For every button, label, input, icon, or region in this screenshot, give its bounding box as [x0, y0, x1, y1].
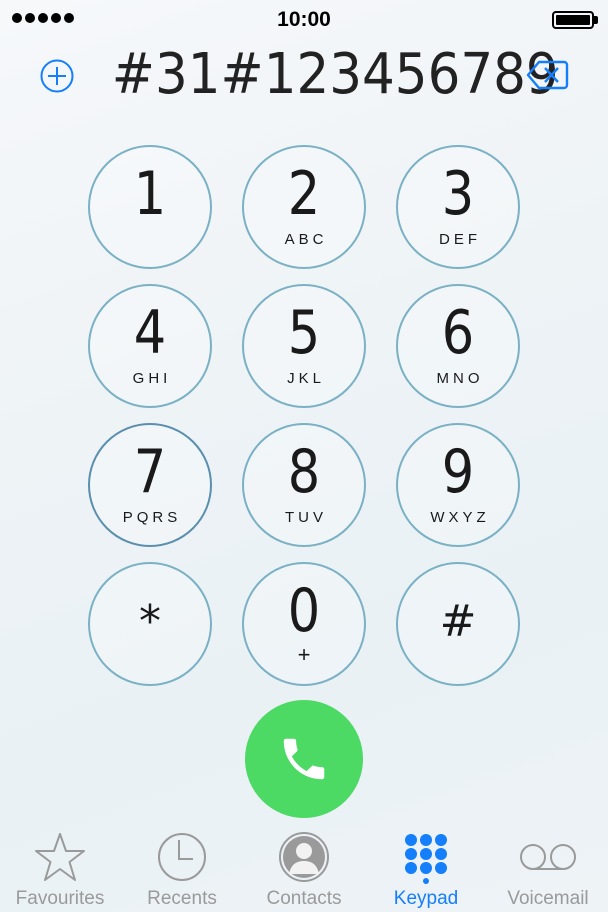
tab-label: Contacts [266, 888, 342, 909]
tab-label: Recents [147, 888, 217, 909]
tab-label: Voicemail [507, 888, 589, 909]
key-8[interactable]: 8 TUV [242, 423, 366, 547]
key-letters: GHI [132, 370, 172, 387]
tab-label: Keypad [393, 888, 459, 909]
battery-full-icon [552, 11, 598, 29]
key-5[interactable]: 5 JKL [242, 284, 366, 408]
key-2[interactable]: 2 ABC [242, 145, 366, 269]
key-6[interactable]: 6 MNO [396, 284, 520, 408]
person-icon [279, 832, 329, 882]
key-star[interactable]: * [88, 562, 212, 686]
key-1[interactable]: 1 [88, 145, 212, 269]
dialed-number: #31#123456789 [111, 42, 559, 107]
key-letters: JKL [287, 370, 325, 387]
tab-label: Favourites [15, 888, 105, 909]
status-time: 10:00 [277, 8, 331, 31]
keypad-grid-icon [405, 834, 447, 884]
key-digit: 6 [441, 298, 475, 368]
key-letters: DEF [439, 231, 481, 248]
backspace-icon[interactable] [526, 58, 570, 92]
phone-icon [283, 738, 325, 780]
key-letters: WXYZ [430, 509, 490, 526]
key-letters: TUV [285, 509, 327, 526]
key-digit: 0 [287, 576, 321, 646]
key-digit: 1 [133, 159, 167, 229]
tab-voicemail[interactable]: Voicemail [488, 822, 608, 912]
star-icon [35, 833, 85, 881]
key-3[interactable]: 3 DEF [396, 145, 520, 269]
key-0[interactable]: 0 + [242, 562, 366, 686]
key-7[interactable]: 7 PQRS [88, 423, 212, 547]
tab-keypad[interactable]: Keypad [366, 822, 486, 912]
key-letters: PQRS [122, 509, 182, 526]
key-digit: 4 [133, 298, 167, 368]
key-digit: # [439, 596, 477, 647]
call-button[interactable] [245, 700, 363, 818]
key-9[interactable]: 9 WXYZ [396, 423, 520, 547]
status-bar: 10:00 [0, 0, 608, 40]
key-digit: 2 [287, 159, 321, 229]
key-hash[interactable]: # [396, 562, 520, 686]
key-letters: MNO [436, 370, 484, 387]
tab-favourites[interactable]: Favourites [0, 822, 120, 912]
clock-icon [158, 833, 206, 881]
voicemail-icon [520, 844, 576, 870]
key-digit: 7 [133, 437, 167, 507]
tab-bar: Favourites Recents Contacts Keypad Voice… [0, 822, 608, 912]
key-digit: 5 [287, 298, 321, 368]
plus-circle-icon[interactable] [39, 58, 75, 94]
key-digit: * [139, 596, 161, 647]
key-digit: 9 [441, 437, 475, 507]
key-digit: 8 [287, 437, 321, 507]
key-letters: ABC [284, 231, 328, 248]
tab-contacts[interactable]: Contacts [244, 822, 364, 912]
tab-recents[interactable]: Recents [122, 822, 242, 912]
key-letters: + [297, 642, 311, 667]
key-digit: 3 [441, 159, 475, 229]
key-4[interactable]: 4 GHI [88, 284, 212, 408]
number-display-row: #31#123456789 [0, 44, 608, 106]
